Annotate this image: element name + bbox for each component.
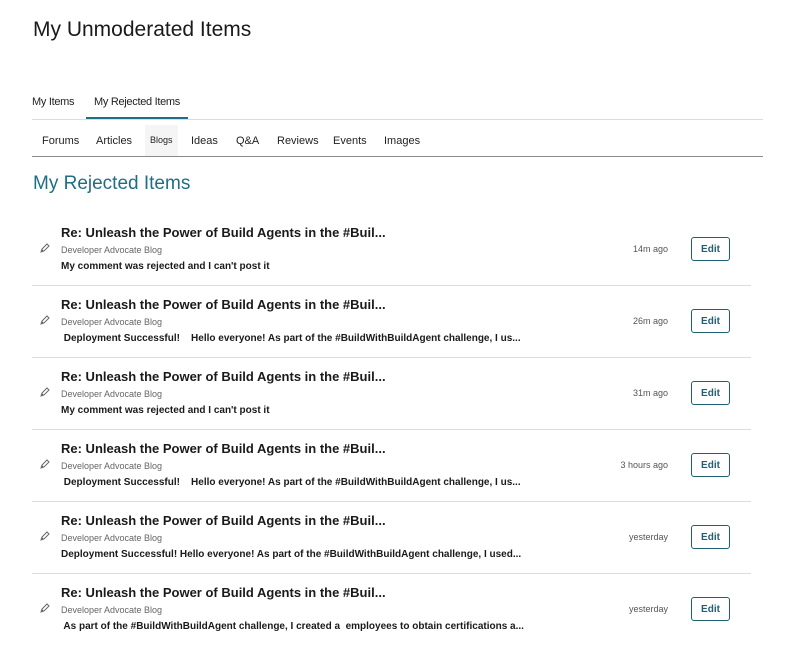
tab-images[interactable]: Images [384, 125, 420, 156]
edit-pen-icon [39, 457, 51, 469]
main-tabs: My Items My Rejected Items [32, 88, 763, 120]
item-timestamp: 3 hours ago [620, 460, 668, 470]
edit-pen-icon [39, 601, 51, 613]
item-body: Deployment Successful! Hello everyone! A… [61, 549, 522, 560]
tab-qa[interactable]: Q&A [236, 125, 259, 156]
edit-button[interactable]: Edit [691, 381, 730, 405]
list-item: Re: Unleash the Power of Build Agents in… [32, 214, 751, 286]
edit-pen-icon [39, 385, 51, 397]
item-body: Deployment Successful! Hello everyone! A… [61, 477, 521, 488]
tab-ideas[interactable]: Ideas [191, 125, 218, 156]
list-item: Re: Unleash the Power of Build Agents in… [32, 430, 751, 502]
list-item: Re: Unleash the Power of Build Agents in… [32, 358, 751, 430]
page-title: My Unmoderated Items [33, 18, 252, 41]
edit-pen-icon [39, 529, 51, 541]
item-timestamp: 31m ago [632, 388, 668, 398]
item-source: Developer Advocate Blog [61, 245, 163, 255]
item-title-link[interactable]: Re: Unleash the Power of Build Agents in… [61, 585, 386, 600]
edit-button[interactable]: Edit [691, 597, 730, 621]
edit-button[interactable]: Edit [691, 237, 730, 261]
section-title: My Rejected Items [33, 173, 191, 194]
tab-events[interactable]: Events [333, 125, 367, 156]
tab-forums[interactable]: Forums [42, 125, 79, 156]
item-source: Developer Advocate Blog [61, 605, 163, 615]
tab-articles[interactable]: Articles [96, 125, 132, 156]
item-title-link[interactable]: Re: Unleash the Power of Build Agents in… [61, 369, 386, 384]
list-item: Re: Unleash the Power of Build Agents in… [32, 286, 751, 358]
item-body: Deployment Successful! Hello everyone! A… [61, 333, 521, 344]
item-source: Developer Advocate Blog [61, 461, 163, 471]
item-title-link[interactable]: Re: Unleash the Power of Build Agents in… [61, 441, 386, 456]
item-timestamp: yesterday [628, 532, 668, 542]
item-title-link[interactable]: Re: Unleash the Power of Build Agents in… [61, 297, 386, 312]
edit-pen-icon [39, 241, 51, 253]
content-type-tabs: Forums Articles Blogs Ideas Q&A Reviews … [32, 125, 763, 157]
item-source: Developer Advocate Blog [61, 317, 163, 327]
item-source: Developer Advocate Blog [61, 389, 163, 399]
item-timestamp: yesterday [628, 604, 668, 614]
item-body: My comment was rejected and I can't post… [61, 405, 270, 416]
rejected-items-list: Re: Unleash the Power of Build Agents in… [32, 214, 751, 645]
item-timestamp: 14m ago [632, 244, 668, 254]
edit-button[interactable]: Edit [691, 453, 730, 477]
item-source: Developer Advocate Blog [61, 533, 163, 543]
item-title-link[interactable]: Re: Unleash the Power of Build Agents in… [61, 225, 386, 240]
item-title-link[interactable]: Re: Unleash the Power of Build Agents in… [61, 513, 386, 528]
list-item: Re: Unleash the Power of Build Agents in… [32, 574, 751, 645]
item-timestamp: 26m ago [632, 316, 668, 326]
edit-button[interactable]: Edit [691, 309, 730, 333]
tab-my-rejected-items[interactable]: My Rejected Items [86, 88, 188, 119]
item-body: My comment was rejected and I can't post… [61, 261, 270, 272]
item-body: As part of the #BuildWithBuildAgent chal… [61, 621, 524, 632]
tab-blogs[interactable]: Blogs [145, 125, 178, 156]
list-item: Re: Unleash the Power of Build Agents in… [32, 502, 751, 574]
tab-my-items[interactable]: My Items [32, 88, 75, 119]
edit-button[interactable]: Edit [691, 525, 730, 549]
edit-pen-icon [39, 313, 51, 325]
tab-reviews[interactable]: Reviews [277, 125, 319, 156]
